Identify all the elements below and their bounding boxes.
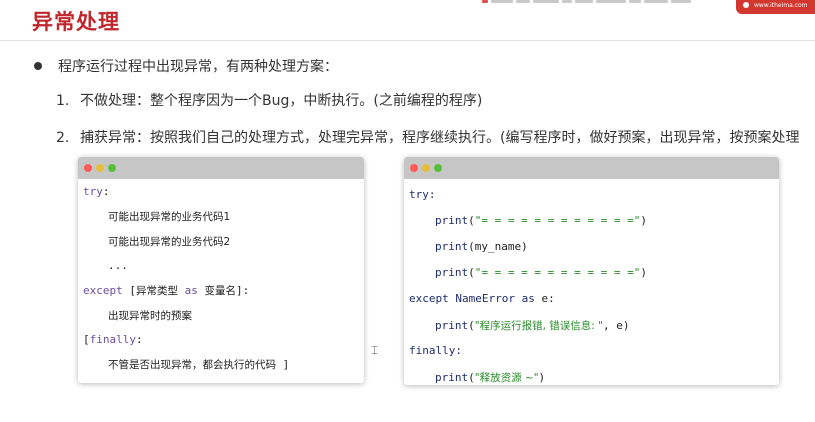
mouse-cursor-icon: ⌶: [371, 343, 379, 357]
logo-mark-icon: [743, 2, 749, 8]
bullet-point: 程序运行过程中出现异常，有两种处理方案：: [34, 56, 338, 76]
list-item-2: 2. 捕获异常：按照我们自己的处理方式，处理完异常，程序继续执行。(编写程序时，做…: [56, 127, 799, 147]
code-line-final: 不管是否出现异常，都会执行的代码 ]: [108, 358, 290, 371]
list-item-1: 1. 不做处理：整个程序因为一个Bug，中断执行。(之前编程的程序): [56, 90, 482, 110]
code-line-business-1: 可能出现异常的业务代码1: [108, 211, 231, 223]
title-divider: [0, 40, 815, 41]
minimize-dot-icon: [96, 164, 104, 172]
window-titlebar: [78, 157, 364, 179]
top-progress-strip: [482, 0, 700, 5]
list-item-text: 不做处理：整个程序因为一个Bug，中断执行。(之前编程的程序): [80, 93, 483, 109]
example-code-window: try: print("= = = = = = = = = = = =") pr…: [404, 157, 779, 385]
code-line-business-2: 可能出现异常的业务代码2: [108, 236, 231, 248]
code-line-finally: finally:: [409, 344, 462, 357]
code-line-handler: 出现异常时的预案: [108, 310, 192, 322]
code-line-finally: [finally:: [83, 333, 143, 346]
brand-logo: www.itheima.com: [736, 0, 815, 14]
code-line-print-release: print("释放资源 ~"): [435, 371, 546, 384]
slide-title: 异常处理: [32, 10, 120, 34]
minimize-dot-icon: [422, 164, 430, 172]
code-line-print-error: print("程序运行报错, 错误信息: ", e): [435, 319, 630, 332]
bullet-dot-icon: [34, 62, 42, 70]
bullet-text: 程序运行过程中出现异常，有两种处理方案：: [58, 59, 338, 75]
maximize-dot-icon: [108, 164, 116, 172]
code-line-except: except [异常类型 as 变量名]:: [83, 284, 250, 297]
code-line-try: try:: [83, 185, 110, 198]
close-dot-icon: [410, 164, 418, 172]
code-line-print-sep-1: print("= = = = = = = = = = = ="): [435, 214, 647, 227]
window-titlebar: [404, 157, 779, 179]
code-line-print-sep-2: print("= = = = = = = = = = = ="): [435, 266, 647, 279]
syntax-code-window: try: 可能出现异常的业务代码1 可能出现异常的业务代码2 ... excep…: [78, 157, 364, 383]
code-line-try: try:: [409, 188, 436, 201]
code-line-print-name: print(my_name): [435, 240, 528, 253]
list-item-number: 1.: [56, 93, 70, 109]
maximize-dot-icon: [434, 164, 442, 172]
code-line-except: except NameError as e:: [409, 292, 555, 305]
code-line-ellipsis: ...: [108, 259, 128, 272]
close-dot-icon: [84, 164, 92, 172]
list-item-text: 捕获异常：按照我们自己的处理方式，处理完异常，程序继续执行。(编写程序时，做好预…: [80, 130, 800, 146]
logo-text: www.itheima.com: [754, 2, 808, 9]
list-item-number: 2.: [56, 130, 70, 146]
